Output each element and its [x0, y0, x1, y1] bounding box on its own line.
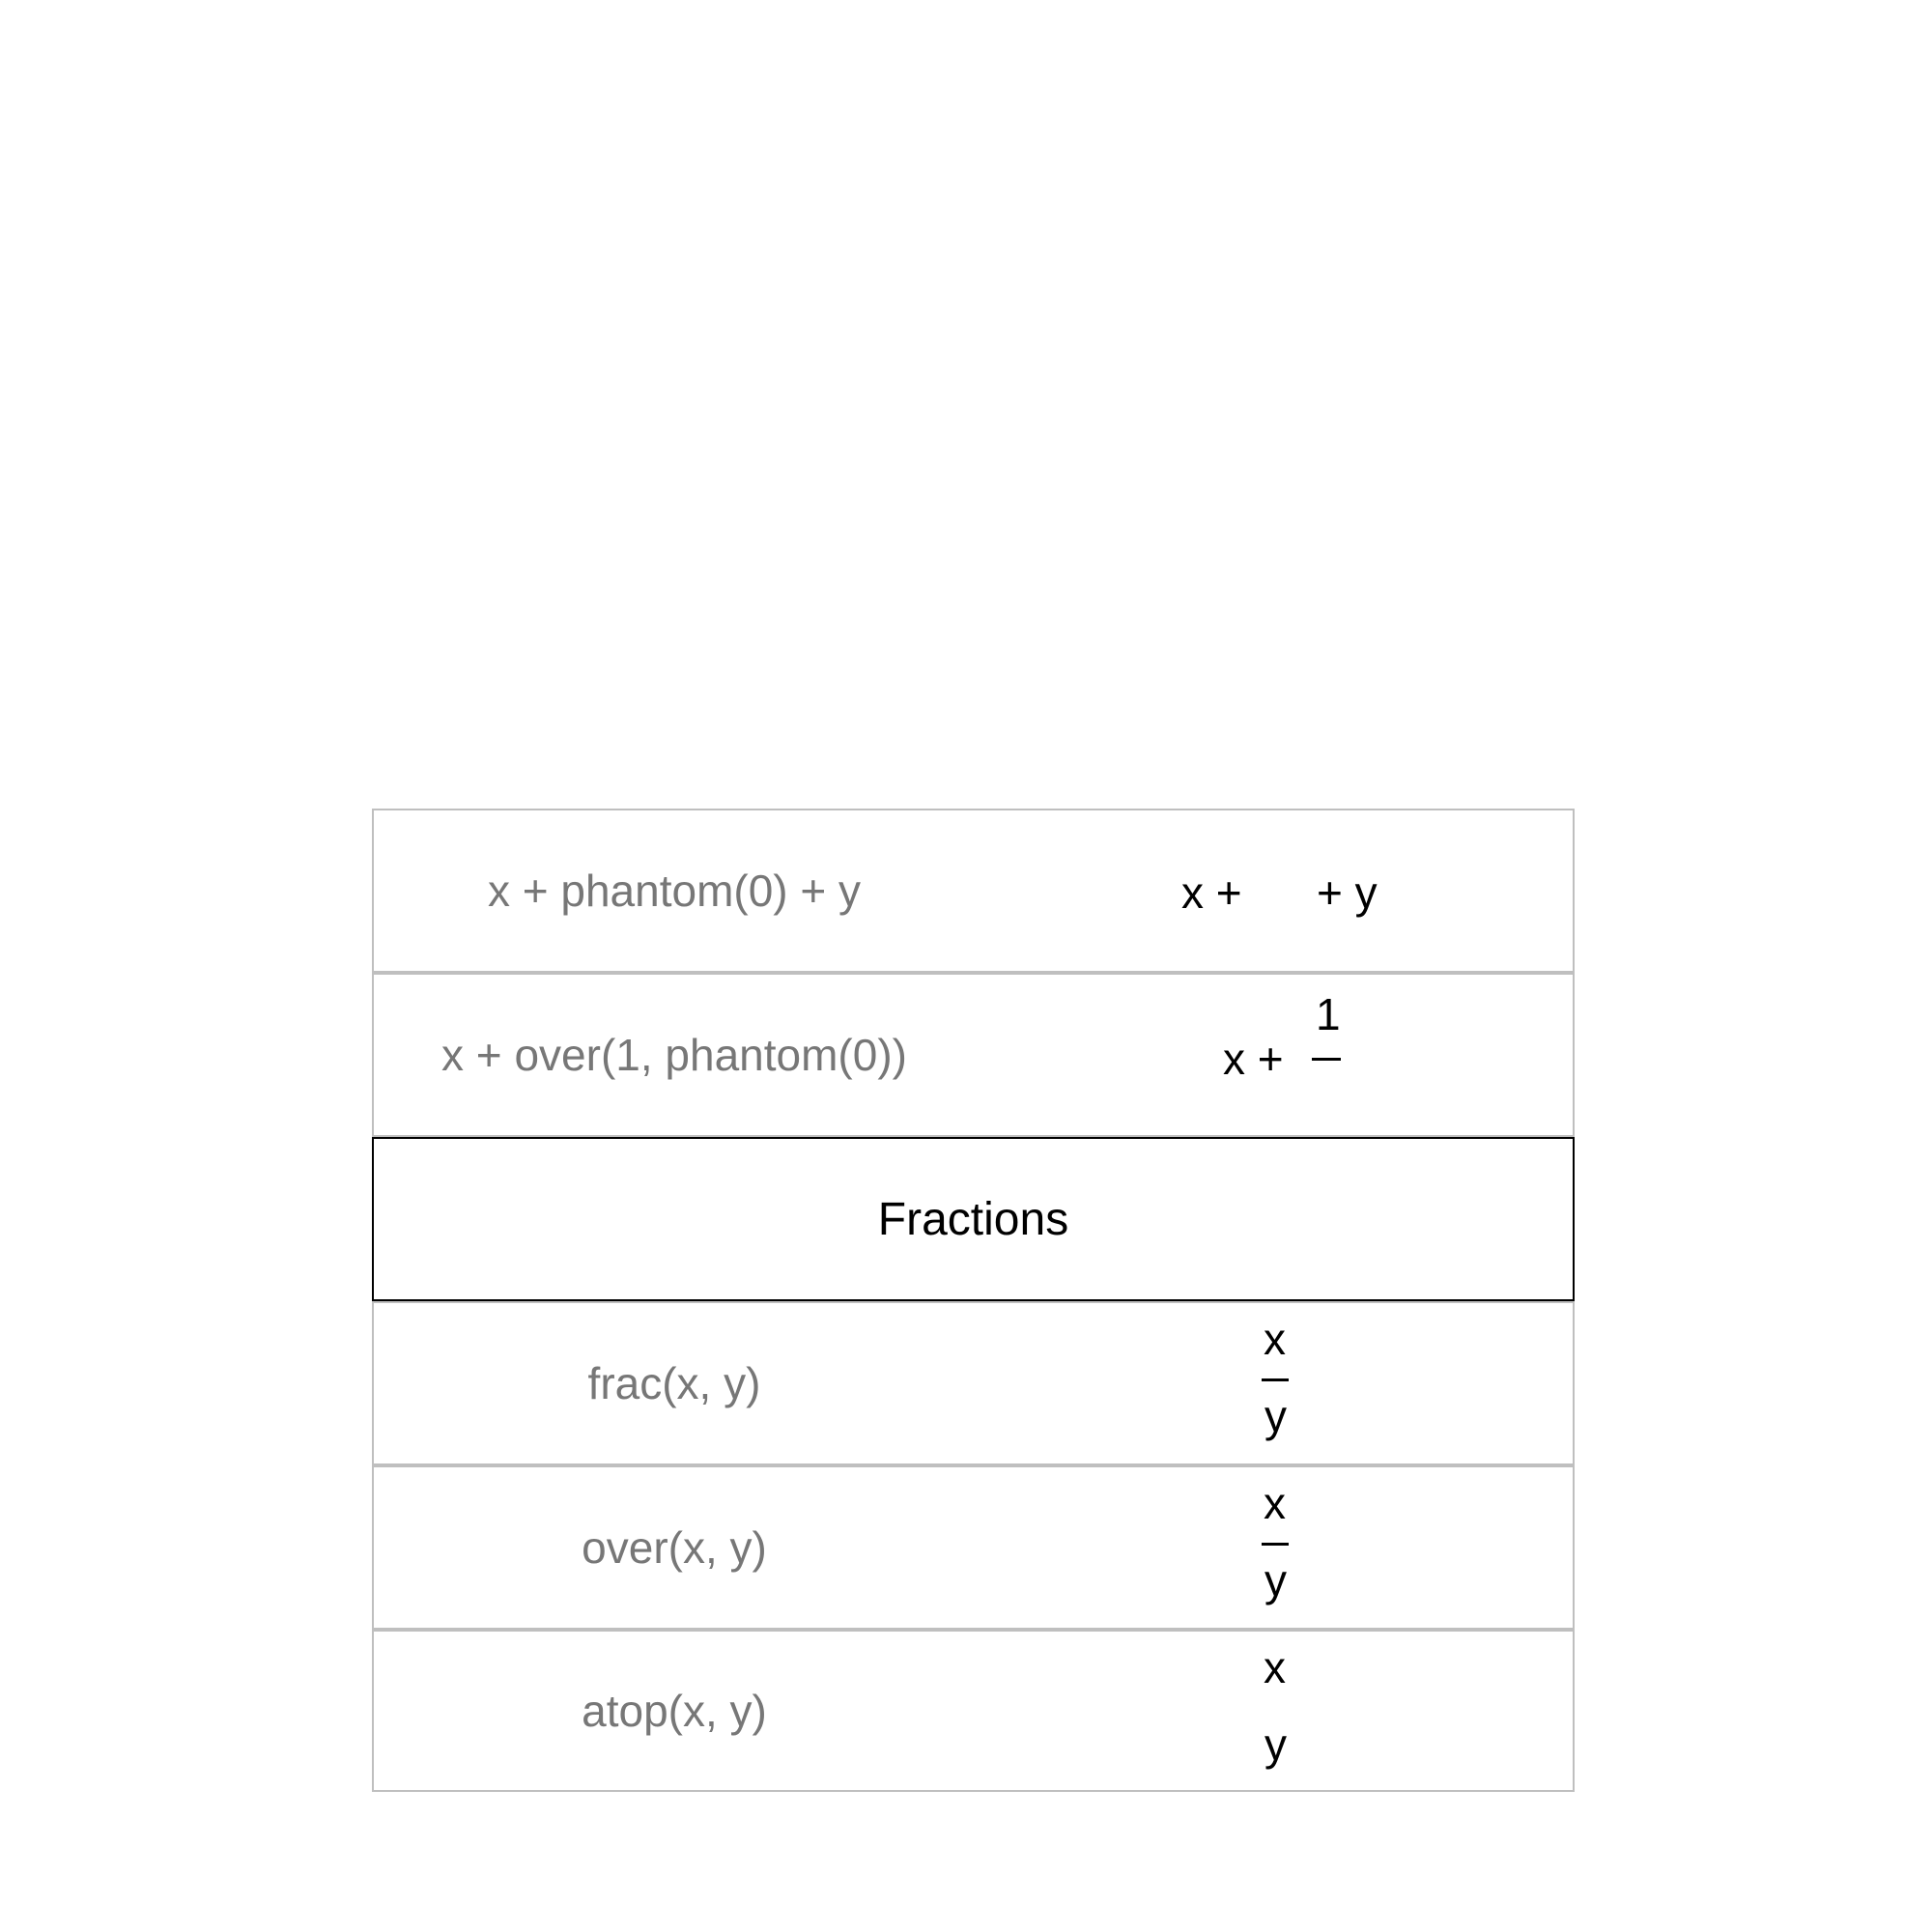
rendered-base: x +: [1223, 1034, 1284, 1084]
rendered-numerator: 1: [1316, 989, 1341, 1039]
expression-code: over(x, y): [582, 1522, 767, 1573]
plotmath-table: x + phantom(0) + y x + + y x + over(1, p…: [372, 809, 1575, 1792]
expression-rendering: x y: [975, 1303, 1577, 1463]
expression-code: atop(x, y): [582, 1686, 767, 1736]
rendered-bottom: y: [1264, 1719, 1287, 1770]
fraction-bar: [1262, 1543, 1289, 1546]
table-row-over: over(x, y) x y: [372, 1465, 1575, 1630]
expression-code: x + over(1, phantom(0)): [441, 1030, 907, 1080]
fraction-bar: [1262, 1378, 1289, 1381]
fraction-bar: [1312, 1058, 1341, 1061]
expression-code: frac(x, y): [587, 1358, 761, 1408]
table-row-frac: frac(x, y) x y: [372, 1301, 1575, 1465]
rendered-denominator: y: [1264, 1391, 1287, 1441]
rendered-top: x: [1264, 1642, 1286, 1692]
expression-rendering: x y: [975, 1467, 1577, 1628]
rendered-numerator: x: [1264, 1314, 1286, 1364]
expression-rendering: x y: [975, 1632, 1577, 1790]
expression-rendering: x + 1: [975, 975, 1577, 1135]
table-row-phantom: x + phantom(0) + y x + + y: [372, 809, 1575, 973]
section-header-fractions: Fractions: [877, 1193, 1069, 1245]
rendered-denominator: y: [1264, 1555, 1287, 1605]
expression-code: x + phantom(0) + y: [487, 866, 862, 916]
expression-rendering: x + + y: [975, 810, 1577, 971]
table-row-over-phantom: x + over(1, phantom(0)) x + 1: [372, 973, 1575, 1137]
rendered-left-part: x +: [1181, 867, 1242, 918]
table-row-atop: atop(x, y) x y: [372, 1630, 1575, 1792]
rendered-right-part: + y: [1317, 867, 1378, 918]
rendered-numerator: x: [1264, 1478, 1286, 1528]
table-row-header: Fractions: [372, 1137, 1575, 1301]
